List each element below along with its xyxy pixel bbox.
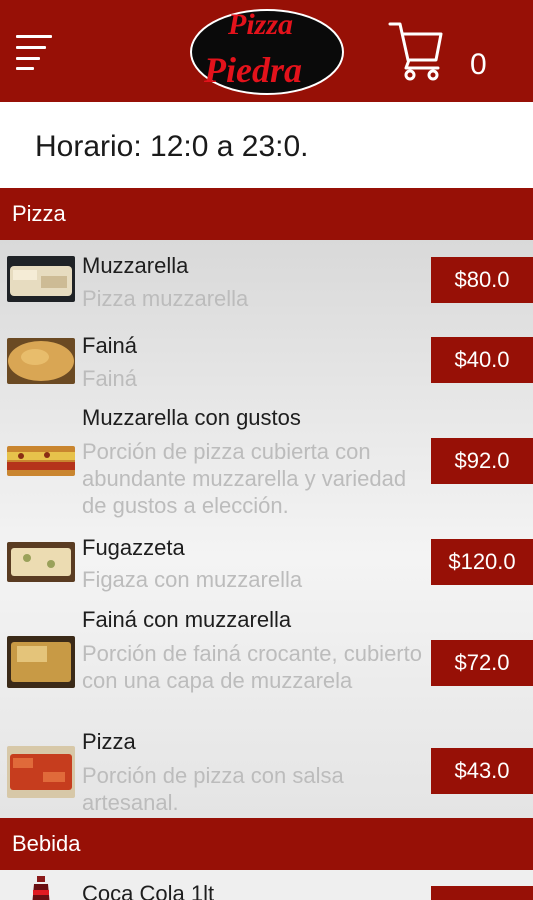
opening-hours-text: Horario: 12:0 a 23:0.: [35, 130, 309, 163]
product-name: Muzzarella con gustos: [82, 405, 301, 430]
product-thumbnail: [7, 746, 75, 798]
price-button[interactable]: $40.0: [431, 337, 533, 383]
product-thumbnail: [7, 256, 75, 302]
list-item-pizza[interactable]: Pizza Porción de pizza con salsa artesan…: [0, 726, 533, 818]
list-item-muzzarella-con-gustos[interactable]: Muzzarella con gustos Porción de pizza c…: [0, 402, 533, 532]
section-header-pizza: Pizza: [0, 188, 533, 240]
product-thumbnail: [30, 876, 52, 900]
product-name: Coca Cola 1lt: [82, 881, 215, 900]
product-description: Figaza con muzzarella: [82, 567, 303, 592]
price-button[interactable]: [431, 886, 533, 900]
list-item-fugazzeta[interactable]: Fugazzeta Figaza con muzzarella $120.0: [0, 532, 533, 604]
logo-text-piedra: Piedra: [203, 50, 302, 90]
app-header: Pizza Piedra 0: [0, 0, 533, 102]
product-name: Fainá con muzzarella: [82, 607, 292, 632]
product-thumbnail: [7, 636, 75, 688]
product-name: Fainá: [82, 333, 138, 358]
cart-count-badge: 0: [470, 48, 487, 81]
list-item-faina-con-muzzarella[interactable]: Fainá con muzzarella Porción de fainá cr…: [0, 604, 533, 726]
brand-logo[interactable]: Pizza Piedra: [188, 4, 346, 96]
shopping-cart-icon[interactable]: [388, 20, 444, 82]
product-description: Porción de pizza con salsa artesanal.: [82, 763, 344, 815]
logo-text-pizza: Pizza: [227, 8, 293, 41]
section-title: Pizza: [12, 201, 66, 226]
price-button[interactable]: $120.0: [431, 539, 533, 585]
list-item-muzzarella[interactable]: Muzzarella Pizza muzzarella $80.0: [0, 240, 533, 320]
section-header-bebida: Bebida: [0, 818, 533, 870]
list-item-faina[interactable]: Fainá Fainá $40.0: [0, 320, 533, 402]
product-description: Porción de fainá crocante, cubierto con …: [82, 641, 422, 693]
product-description: Fainá: [82, 366, 138, 391]
product-name: Fugazzeta: [82, 535, 185, 560]
product-thumbnail: [7, 446, 75, 476]
hamburger-menu-icon[interactable]: [16, 32, 54, 70]
list-item-coca-cola[interactable]: Coca Cola 1lt: [0, 870, 533, 900]
price-button[interactable]: $92.0: [431, 438, 533, 484]
product-name: Pizza: [82, 729, 136, 754]
product-name: Muzzarella: [82, 253, 189, 278]
price-button[interactable]: $72.0: [431, 640, 533, 686]
product-thumbnail: [7, 338, 75, 384]
price-button[interactable]: $43.0: [431, 748, 533, 794]
price-button[interactable]: $80.0: [431, 257, 533, 303]
product-description: Pizza muzzarella: [82, 286, 249, 311]
section-title: Bebida: [12, 831, 81, 856]
product-description: Porción de pizza cubierta con abundante …: [82, 439, 407, 518]
product-thumbnail: [7, 542, 75, 582]
